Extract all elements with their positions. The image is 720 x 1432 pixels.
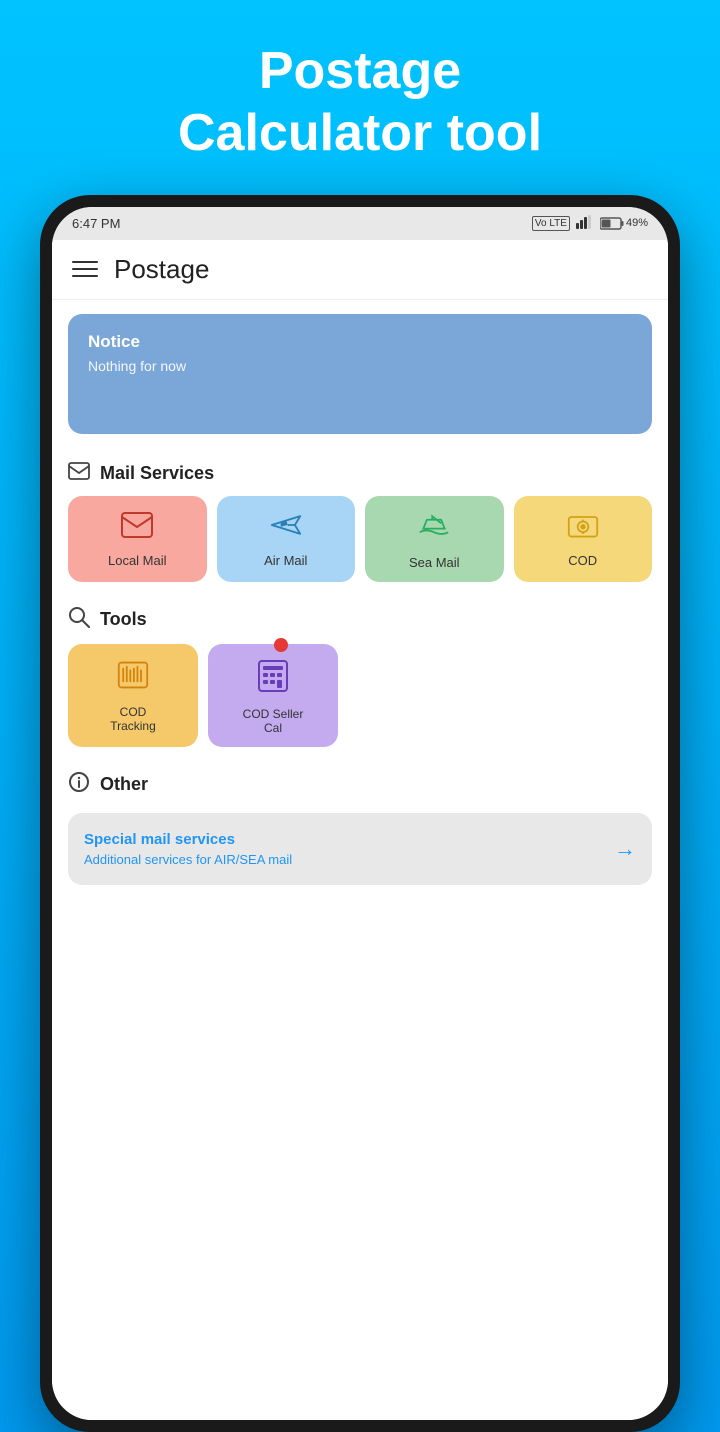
local-mail-icon — [121, 512, 153, 545]
tools-grid: CODTracking — [52, 644, 668, 757]
mail-services-header: Mail Services — [52, 448, 668, 496]
page-header: PostageCalculator tool — [158, 0, 562, 195]
battery-icon: 49% — [600, 217, 648, 230]
page-title: PostageCalculator tool — [178, 40, 542, 165]
other-card-subtitle: Additional services for AIR/SEA mail — [84, 852, 292, 867]
notice-title: Notice — [88, 332, 632, 352]
top-nav: Postage — [52, 240, 668, 300]
nav-title: Postage — [114, 254, 209, 285]
signal-bars-icon — [576, 215, 594, 232]
air-mail-card[interactable]: Air Mail — [217, 496, 356, 582]
sea-mail-card[interactable]: Sea Mail — [365, 496, 504, 582]
phone-screen: 6:47 PM Vo LTE — [52, 207, 668, 1420]
other-card[interactable]: Special mail services Additional service… — [68, 813, 652, 885]
mail-icon — [68, 462, 90, 486]
status-right: Vo LTE 49% — [532, 215, 648, 232]
cod-tracking-icon — [117, 660, 149, 697]
notice-card: Notice Nothing for now — [68, 314, 652, 434]
info-icon — [68, 771, 90, 799]
sea-mail-icon — [418, 512, 450, 547]
status-time: 6:47 PM — [72, 216, 120, 231]
air-mail-label: Air Mail — [264, 553, 307, 568]
cod-tracking-card[interactable]: CODTracking — [68, 644, 198, 747]
other-header: Other — [52, 757, 668, 809]
air-mail-icon — [270, 512, 302, 545]
other-card-content: Special mail services Additional service… — [84, 831, 292, 867]
search-icon — [68, 606, 90, 634]
phone-mockup: 6:47 PM Vo LTE — [40, 195, 680, 1432]
arrow-right-icon: → — [614, 836, 636, 862]
menu-button[interactable] — [72, 261, 98, 277]
local-mail-label: Local Mail — [108, 553, 167, 568]
cod-mail-card[interactable]: COD — [514, 496, 653, 582]
other-label: Other — [100, 774, 148, 795]
local-mail-card[interactable]: Local Mail — [68, 496, 207, 582]
tools-header: Tools — [52, 592, 668, 644]
notice-body: Nothing for now — [88, 358, 632, 374]
cod-seller-icon — [258, 660, 288, 699]
cod-tracking-label: CODTracking — [110, 705, 156, 733]
battery-percent: 49% — [626, 217, 648, 229]
tools-label: Tools — [100, 609, 147, 630]
sea-mail-label: Sea Mail — [409, 555, 460, 570]
status-bar: 6:47 PM Vo LTE — [52, 207, 668, 240]
notification-dot — [274, 638, 288, 652]
app-content: Postage Notice Nothing for now Mail Serv… — [52, 240, 668, 1420]
other-card-title: Special mail services — [84, 831, 292, 848]
services-grid: Local Mail Air Mail — [52, 496, 668, 592]
cod-seller-card[interactable]: COD SellerCal — [208, 644, 338, 747]
lte-icon: Vo LTE — [532, 216, 570, 231]
cod-seller-label: COD SellerCal — [243, 707, 304, 735]
cod-mail-label: COD — [568, 553, 597, 568]
mail-services-label: Mail Services — [100, 463, 214, 484]
cod-mail-icon — [567, 512, 599, 545]
